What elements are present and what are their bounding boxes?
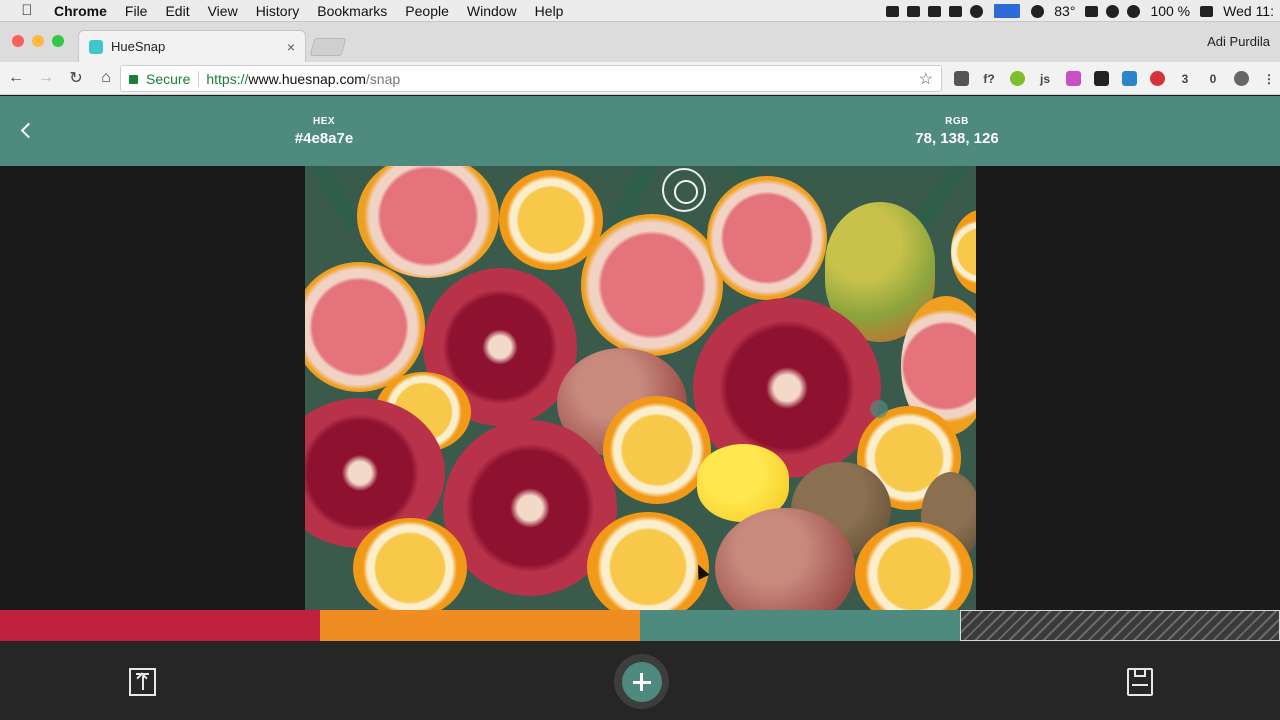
- orange: [587, 512, 709, 610]
- star-icon[interactable]: ☆: [919, 69, 933, 89]
- menu-file[interactable]: File: [116, 3, 157, 19]
- lock-icon: [129, 75, 138, 84]
- menu-history[interactable]: History: [247, 3, 309, 19]
- palette-strip: [0, 610, 1280, 641]
- menu-app-name[interactable]: Chrome: [54, 3, 116, 19]
- grapefruit: [357, 166, 499, 278]
- status-wifi-icon[interactable]: [1123, 0, 1144, 22]
- chrome-menu-icon[interactable]: ⋮: [1258, 68, 1280, 90]
- rgb-label: RGB: [945, 116, 969, 127]
- orange: [951, 210, 976, 294]
- status-weather-icon[interactable]: [1027, 0, 1048, 22]
- browser-tab-strip: HueSnap × Adi Purdila: [0, 22, 1280, 62]
- grapefruit: [707, 176, 827, 300]
- secure-label: Secure: [146, 70, 191, 87]
- rgb-value: 78, 138, 126: [915, 130, 999, 147]
- minimize-window-icon[interactable]: [32, 35, 44, 47]
- photo-stage: [0, 166, 1280, 610]
- url-host: www.huesnap.com: [248, 70, 366, 87]
- window-controls: [12, 35, 64, 47]
- orange: [353, 518, 467, 610]
- menu-view[interactable]: View: [199, 3, 247, 19]
- status-onepassword-icon[interactable]: [966, 0, 987, 22]
- bird-extension-icon[interactable]: [1090, 68, 1112, 90]
- status-camera-icon[interactable]: [903, 0, 924, 22]
- hex-value: #4e8a7e: [294, 130, 354, 147]
- pocket-extension-icon[interactable]: [950, 68, 972, 90]
- menu-help[interactable]: Help: [526, 3, 573, 19]
- menu-edit[interactable]: Edit: [156, 3, 198, 19]
- status-menu-icon[interactable]: [1081, 0, 1102, 22]
- hex-readout: HEX #4e8a7e: [264, 116, 384, 147]
- save-icon[interactable]: [1127, 668, 1153, 696]
- status-checkmark-icon[interactable]: [945, 0, 966, 22]
- badge-0-extension-icon[interactable]: 0: [1202, 68, 1224, 90]
- color-readout-header: HEX #4e8a7e RGB 78, 138, 126: [0, 96, 1280, 166]
- url-path: /snap: [365, 70, 401, 87]
- status-clock-icon[interactable]: [1102, 0, 1123, 22]
- bottom-action-bar: [0, 641, 1280, 720]
- battery-icon[interactable]: [1196, 0, 1217, 22]
- macos-menubar:  Chrome File Edit View History Bookmark…: [0, 0, 1280, 22]
- palette-swatch-3[interactable]: [640, 610, 960, 641]
- tab-title: HueSnap: [111, 39, 166, 54]
- new-tab-button[interactable]: [309, 38, 347, 56]
- badge-3-extension-icon[interactable]: 3: [1174, 68, 1196, 90]
- orange: [603, 396, 711, 504]
- close-window-icon[interactable]: [12, 35, 24, 47]
- s-extension-icon[interactable]: [1118, 68, 1140, 90]
- onepassword-extension-icon[interactable]: [1230, 68, 1252, 90]
- omnibox-divider: [198, 70, 200, 87]
- colorzilla-extension-icon[interactable]: [1062, 68, 1084, 90]
- export-icon[interactable]: [129, 668, 156, 696]
- fruit-photo[interactable]: [305, 166, 976, 610]
- palette-swatch-1[interactable]: [0, 610, 320, 641]
- v-extension-icon[interactable]: [1146, 68, 1168, 90]
- tab-close-icon[interactable]: ×: [287, 39, 295, 55]
- menubar-status-area: 83° 100 % Wed 11:: [882, 0, 1280, 22]
- rgb-readout: RGB 78, 138, 126: [892, 116, 1022, 147]
- menu-bookmarks[interactable]: Bookmarks: [308, 3, 396, 19]
- status-temperature[interactable]: 83°: [1048, 3, 1081, 19]
- picker-reticle-icon[interactable]: [662, 168, 706, 212]
- grapefruit: [581, 214, 723, 356]
- huesnap-favicon-icon: [89, 39, 103, 54]
- grammarly-extension-icon[interactable]: [1006, 68, 1028, 90]
- js-extension-icon[interactable]: js: [1034, 68, 1056, 90]
- add-color-button[interactable]: [614, 654, 669, 709]
- status-clock[interactable]: Wed 11:: [1217, 3, 1280, 19]
- status-bookmark-icon[interactable]: [924, 0, 945, 22]
- status-display-icon[interactable]: [987, 0, 1027, 22]
- sample-point-marker: [870, 400, 888, 418]
- menu-people[interactable]: People: [396, 3, 458, 19]
- status-battery[interactable]: 100 %: [1144, 3, 1196, 19]
- browser-toolbar: ← → ↻ ⌂ Secure https:// www.huesnap.com …: [0, 62, 1280, 95]
- url-scheme: https://: [206, 70, 249, 87]
- back-icon[interactable]: ←: [2, 64, 30, 92]
- pineapple-leaf: [305, 166, 362, 231]
- add-icon: [621, 661, 662, 702]
- reload-icon[interactable]: ↻: [62, 64, 90, 92]
- extensions-area: f? js 3 0 ⋮: [950, 62, 1280, 95]
- tab-huesnap[interactable]: HueSnap ×: [78, 30, 306, 62]
- back-arrow-icon[interactable]: [14, 116, 38, 144]
- fontface-extension-icon[interactable]: f?: [978, 68, 1000, 90]
- palette-swatch-2[interactable]: [320, 610, 640, 641]
- status-rabbit-icon[interactable]: [882, 0, 903, 22]
- forward-icon[interactable]: →: [32, 64, 60, 92]
- home-icon[interactable]: ⌂: [92, 64, 120, 92]
- hex-label: HEX: [312, 116, 336, 127]
- menu-window[interactable]: Window: [458, 3, 526, 19]
- profile-name[interactable]: Adi Purdila: [1207, 34, 1270, 49]
- zoom-window-icon[interactable]: [52, 35, 64, 47]
- address-bar[interactable]: Secure https:// www.huesnap.com /snap ☆: [120, 65, 942, 92]
- grapefruit: [305, 262, 425, 392]
- palette-swatch-empty[interactable]: [960, 610, 1280, 641]
- apple-icon[interactable]: : [0, 2, 54, 19]
